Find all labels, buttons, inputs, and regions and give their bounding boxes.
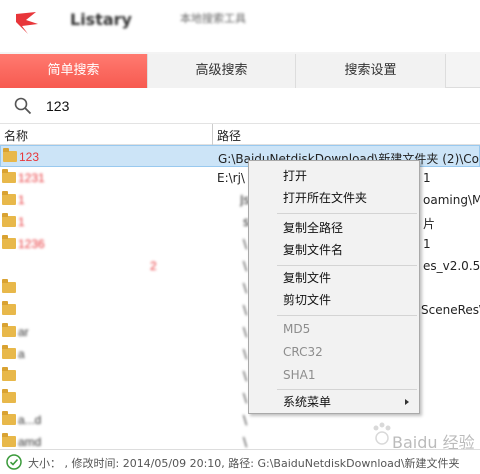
folder-icon bbox=[2, 169, 16, 183]
menu-separator bbox=[277, 265, 417, 266]
folder-icon bbox=[2, 389, 16, 403]
search-input[interactable] bbox=[46, 94, 466, 118]
tab-search-settings[interactable]: 搜索设置 bbox=[296, 54, 446, 88]
folder-icon bbox=[2, 279, 16, 293]
menu-item-sha1[interactable]: SHA1 bbox=[249, 364, 419, 386]
result-path-tail: es_v2.0.507 bbox=[423, 259, 480, 273]
menu-item-system-menu-label: 系统菜单 bbox=[283, 395, 332, 409]
status-bar: 大小： , 修改时间: 2014/05/09 20:10, 路径: G:\Bai… bbox=[0, 449, 480, 474]
result-name: ar bbox=[18, 325, 29, 339]
result-path-tail: oaming\M bbox=[423, 193, 480, 207]
folder-icon bbox=[2, 367, 16, 381]
result-name: 2 bbox=[150, 259, 157, 273]
result-path-tail: 1 bbox=[423, 237, 431, 251]
search-bar bbox=[0, 88, 480, 124]
result-name: a bbox=[18, 347, 25, 361]
result-name: a...d bbox=[18, 413, 42, 427]
result-name: 1 bbox=[18, 215, 25, 229]
menu-item-copy-file[interactable]: 复制文件 bbox=[249, 267, 419, 289]
result-path-tail: 片 bbox=[423, 217, 436, 231]
search-icon bbox=[14, 97, 32, 115]
menu-item-md5[interactable]: MD5 bbox=[249, 318, 419, 340]
menu-item-open[interactable]: 打开 bbox=[249, 165, 419, 187]
column-divider[interactable] bbox=[212, 124, 213, 145]
search-tabs: 简单搜索 高级搜索 搜索设置 bbox=[0, 52, 480, 88]
check-circle-icon bbox=[6, 454, 22, 470]
folder-icon bbox=[2, 301, 16, 315]
title-bar: Listary 本地搜索工具 bbox=[0, 0, 480, 52]
result-path-tail: 1 bbox=[423, 171, 431, 185]
app-title: Listary bbox=[70, 10, 132, 29]
menu-item-cut-file[interactable]: 剪切文件 bbox=[249, 289, 419, 311]
menu-item-copy-file-name[interactable]: 复制文件名 bbox=[249, 239, 419, 261]
folder-icon bbox=[2, 235, 16, 249]
app-logo-icon bbox=[16, 12, 38, 34]
folder-icon bbox=[2, 345, 16, 359]
context-menu: 打开 打开所在文件夹 复制全路径 复制文件名 复制文件 剪切文件 MD5 CRC… bbox=[248, 160, 420, 414]
result-name: 123 bbox=[19, 150, 40, 164]
status-text: 大小： , 修改时间: 2014/05/09 20:10, 路径: G:\Bai… bbox=[28, 457, 460, 470]
menu-item-open-folder[interactable]: 打开所在文件夹 bbox=[249, 187, 419, 209]
menu-item-crc32[interactable]: CRC32 bbox=[249, 341, 419, 363]
folder-icon bbox=[2, 323, 16, 337]
menu-item-system-menu[interactable]: 系统菜单 bbox=[249, 391, 419, 413]
chevron-right-icon bbox=[405, 399, 409, 405]
folder-icon bbox=[2, 433, 16, 447]
folder-icon bbox=[3, 148, 17, 162]
menu-separator bbox=[277, 315, 417, 316]
result-name: 1236 bbox=[18, 237, 45, 251]
folder-icon bbox=[2, 213, 16, 227]
folder-icon bbox=[2, 411, 16, 425]
menu-item-copy-full-path[interactable]: 复制全路径 bbox=[249, 217, 419, 239]
result-name: amd bbox=[18, 435, 42, 449]
tab-advanced-search[interactable]: 高级搜索 bbox=[148, 54, 296, 88]
result-name: 1 bbox=[18, 193, 25, 207]
column-header-path[interactable]: 路径 bbox=[217, 127, 241, 144]
result-path-tail: SceneRes\S bbox=[421, 303, 480, 317]
app-subtitle: 本地搜索工具 bbox=[180, 12, 246, 25]
column-header-name[interactable]: 名称 bbox=[4, 127, 28, 144]
folder-icon bbox=[2, 191, 16, 205]
menu-separator bbox=[277, 389, 417, 390]
result-name: 1231 bbox=[18, 171, 45, 185]
results-header: 名称 路径 bbox=[0, 124, 480, 145]
tab-simple-search[interactable]: 简单搜索 bbox=[0, 54, 148, 88]
menu-separator bbox=[277, 213, 417, 214]
